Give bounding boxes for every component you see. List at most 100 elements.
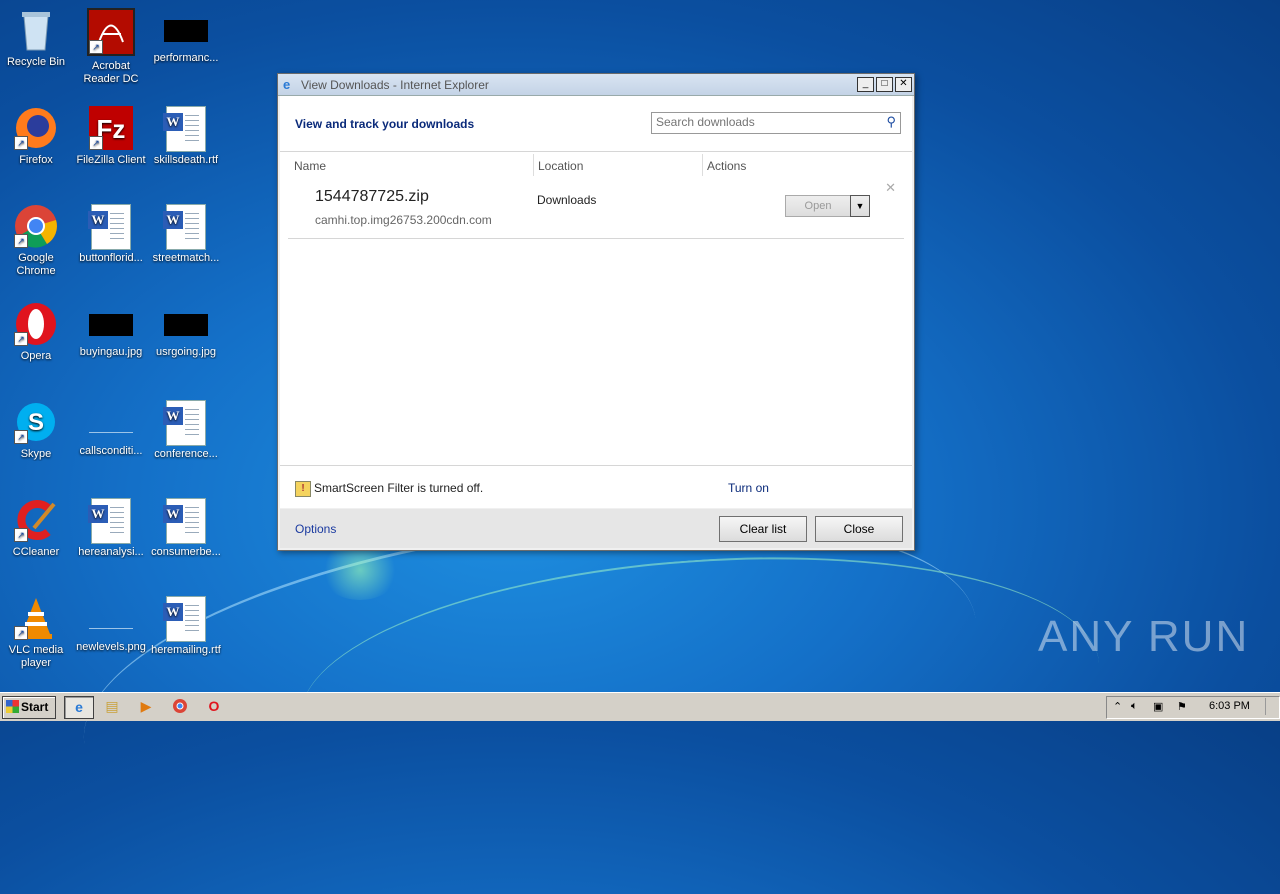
blank-file-thumbnail [89, 412, 133, 433]
smartscreen-bar: ! SmartScreen Filter is turned off. Turn… [280, 466, 912, 508]
shortcut-arrow-icon: ↗ [14, 332, 28, 346]
word-document-icon: W [88, 204, 133, 250]
taskbar-internet-explorer-icon[interactable]: e [64, 696, 94, 719]
internet-explorer-icon: e [283, 76, 291, 92]
view-downloads-window: e View Downloads - Internet Explorer _ □… [277, 73, 915, 551]
open-button[interactable]: Open [785, 195, 851, 217]
desktop-icon-filezilla[interactable]: Fz ↗ FileZilla Client [73, 106, 149, 167]
shortcut-arrow-icon: ↗ [14, 234, 28, 248]
taskbar: Start e ▤ ▶ O ⌃ 🔈︎ ▣ ⚑ 6:03 PM [0, 692, 1280, 721]
anyrun-watermark: ANY RUN [1038, 612, 1250, 661]
downloads-list-empty-area [280, 239, 912, 466]
column-divider[interactable] [533, 154, 534, 176]
desktop-icon-file[interactable]: W streetmatch... [148, 204, 224, 265]
desktop-icon-file[interactable]: buyingau.jpg [73, 302, 149, 359]
column-header-name[interactable]: Name [294, 159, 326, 173]
options-link[interactable]: Options [295, 522, 336, 536]
turn-on-link[interactable]: Turn on [728, 481, 769, 495]
dialog-footer: Options Clear list Close [280, 509, 912, 548]
start-label: Start [21, 700, 49, 714]
maximize-button[interactable]: □ [876, 77, 893, 92]
desktop-icon-file[interactable]: W skillsdeath.rtf [148, 106, 224, 167]
downloads-heading: View and track your downloads [295, 117, 475, 131]
smartscreen-message: SmartScreen Filter is turned off. [314, 481, 484, 495]
desktop-icon-skype[interactable]: S ↗ Skype [0, 400, 74, 461]
desktop-icon-firefox[interactable]: ↗ Firefox [0, 106, 74, 167]
desktop-icon-file[interactable]: newlevels.png [73, 596, 149, 654]
download-item[interactable]: 1544787725.zip camhi.top.img26753.200cdn… [288, 180, 904, 239]
desktop-icon-acrobat-reader[interactable]: ↗ Acrobat Reader DC [73, 8, 149, 86]
show-hidden-icons-icon[interactable]: ⌃ [1113, 700, 1122, 713]
taskbar-file-explorer-icon[interactable]: ▤ [98, 696, 126, 717]
shortcut-arrow-icon: ↗ [89, 136, 103, 150]
svg-text:S: S [28, 409, 44, 436]
opera-icon: ↗ [14, 302, 58, 346]
window-title: View Downloads - Internet Explorer [301, 77, 489, 92]
search-icon[interactable]: ⚲ [886, 114, 896, 130]
recycle-bin-icon [14, 8, 58, 52]
open-options-dropdown-icon[interactable]: ▼ [850, 195, 870, 217]
desktop-icon-file[interactable]: W heremailing.rtf [148, 596, 224, 657]
image-thumbnail [164, 314, 208, 336]
remove-download-icon[interactable]: ✕ [885, 180, 896, 196]
firefox-icon: ↗ [14, 106, 58, 150]
filezilla-icon: Fz ↗ [89, 106, 133, 150]
desktop-icon-google-chrome[interactable]: ↗ Google Chrome [0, 204, 74, 278]
close-window-button[interactable]: ✕ [895, 77, 912, 92]
desktop-icon-file[interactable]: usrgoing.jpg [148, 302, 224, 359]
shortcut-arrow-icon: ↗ [89, 40, 103, 54]
downloads-header: View and track your downloads ⚲ [280, 96, 912, 152]
column-header-location[interactable]: Location [538, 159, 583, 173]
desktop-icon-recycle-bin[interactable]: Recycle Bin [0, 8, 74, 69]
ccleaner-icon: ↗ [14, 498, 58, 542]
clear-list-button[interactable]: Clear list [719, 516, 807, 542]
column-headers: Name Location Actions [280, 152, 912, 180]
column-header-actions: Actions [707, 159, 747, 173]
desktop-icon-ccleaner[interactable]: ↗ CCleaner [0, 498, 74, 559]
acrobat-icon: ↗ [87, 8, 135, 56]
skype-icon: S ↗ [14, 400, 58, 444]
search-box: ⚲ [651, 112, 901, 134]
download-source: camhi.top.img26753.200cdn.com [315, 213, 492, 227]
action-center-flag-icon[interactable]: ⚑ [1177, 700, 1187, 713]
desktop-icon-vlc[interactable]: ↗ VLC media player [0, 596, 74, 670]
network-icon[interactable]: ▣ [1153, 700, 1163, 713]
column-divider[interactable] [702, 154, 703, 176]
search-input[interactable] [652, 113, 880, 131]
downloads-panel: View and track your downloads ⚲ Name Loc… [280, 96, 912, 508]
desktop-icon-file[interactable]: W buttonflorid... [73, 204, 149, 265]
desktop-icon-opera[interactable]: ↗ Opera [0, 302, 74, 363]
word-document-icon: W [163, 498, 208, 544]
image-thumbnail [164, 20, 208, 42]
desktop-icon-file[interactable]: W consumerbe... [148, 498, 224, 559]
taskbar-chrome-icon[interactable] [166, 696, 194, 717]
chrome-icon: ↗ [14, 204, 58, 248]
windows-logo-icon [6, 700, 19, 713]
desktop-icon-file[interactable]: performanc... [148, 8, 224, 65]
window-titlebar[interactable]: e View Downloads - Internet Explorer _ □… [278, 74, 914, 96]
shortcut-arrow-icon: ↗ [14, 430, 28, 444]
desktop-icon-file[interactable]: W hereanalysi... [73, 498, 149, 559]
word-document-icon: W [163, 596, 208, 642]
taskbar-opera-icon[interactable]: O [200, 696, 228, 717]
smartscreen-warning-icon: ! [295, 481, 311, 497]
word-document-icon: W [163, 204, 208, 250]
shortcut-arrow-icon: ↗ [14, 528, 28, 542]
desktop-icon-file[interactable]: W conference... [148, 400, 224, 461]
show-desktop-button[interactable] [1265, 698, 1276, 715]
word-document-icon: W [163, 106, 208, 152]
system-tray: ⌃ 🔈︎ ▣ ⚑ 6:03 PM [1106, 696, 1280, 719]
minimize-button[interactable]: _ [857, 77, 874, 92]
volume-icon[interactable]: 🔈︎ [1131, 700, 1138, 713]
start-button[interactable]: Start [2, 696, 56, 719]
word-document-icon: W [88, 498, 133, 544]
close-button[interactable]: Close [815, 516, 903, 542]
desktop-icon-file[interactable]: callsconditi... [73, 400, 149, 458]
clock[interactable]: 6:03 PM [1209, 700, 1250, 712]
download-location-link[interactable]: Downloads [537, 193, 596, 207]
shortcut-arrow-icon: ↗ [14, 136, 28, 150]
shortcut-arrow-icon: ↗ [14, 626, 28, 640]
download-filename: 1544787725.zip [315, 188, 429, 205]
taskbar-media-player-icon[interactable]: ▶ [132, 696, 160, 717]
vlc-cone-icon: ↗ [14, 596, 58, 640]
